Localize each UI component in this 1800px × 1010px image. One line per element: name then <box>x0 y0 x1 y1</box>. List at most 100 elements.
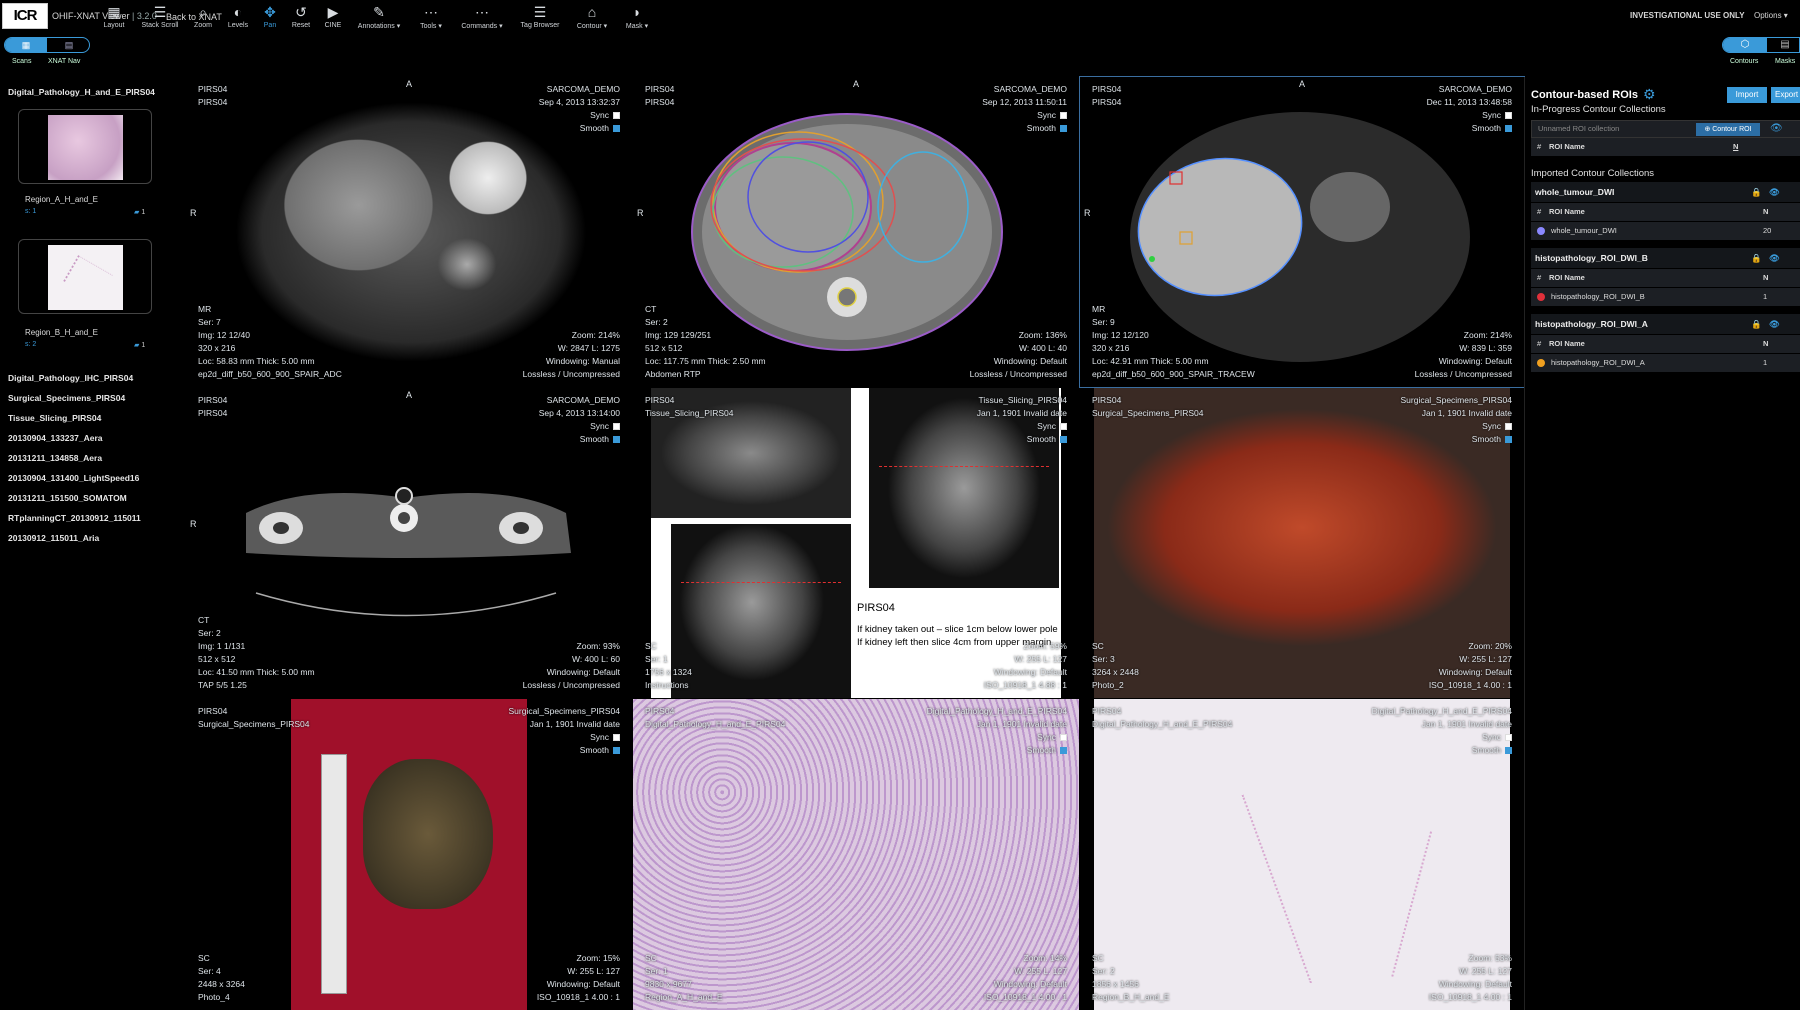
contour-roi-button[interactable]: ⊕ Contour ROI <box>1696 123 1760 136</box>
overlay-top-right: SARCOMA_DEMO Sep 12, 2013 11:50:11 Sync Smo… <box>982 83 1067 135</box>
lock-icon[interactable]: 🔒 <box>1751 248 1762 268</box>
smooth-checkbox-row[interactable]: Smooth <box>1400 433 1512 446</box>
sync-checkbox-row[interactable]: Sync <box>508 731 620 744</box>
series-thumbnail[interactable] <box>18 109 152 184</box>
viewport-mr-adc[interactable]: PIRS04 PIRS04 SARCOMA_DEMO Sep 4, 2013 13:3… <box>186 77 632 387</box>
overlay-text: W: 255 L: 127 <box>1014 966 1067 976</box>
overlay-text: Img: 12 12/120 <box>1092 330 1149 340</box>
contours-tab-icon[interactable]: ⬡ <box>1723 38 1767 52</box>
annotations-menu[interactable]: ✎ Annotations ▾ <box>352 2 406 36</box>
collection-row[interactable]: histopathology_ROI_DWI_A 🔒 👁 <box>1531 314 1800 334</box>
scans-toggle-icon[interactable]: ▦ <box>5 38 47 52</box>
eye-icon[interactable]: 👁 <box>1769 314 1780 334</box>
overlay-bottom-left: MR Ser: 9 Img: 12 12/120 320 x 216 Loc: 42.9… <box>1092 303 1255 381</box>
unnamed-roi-collection-input[interactable]: Unnamed ROI collection ⊕ Contour ROI 👁 <box>1531 120 1800 138</box>
tools-menu[interactable]: ⋯ Tools ▾ <box>404 2 458 36</box>
mask-menu[interactable]: ◗ Mask ▾ <box>610 2 664 36</box>
smooth-checkbox-row[interactable]: Smooth <box>539 433 620 446</box>
study-item[interactable]: RTplanningCT_20130912_115011 <box>8 513 141 523</box>
smooth-checkbox-row[interactable]: Smooth <box>982 122 1067 135</box>
eye-icon[interactable]: 👁 <box>1770 123 1783 134</box>
roi-row[interactable]: histopathology_ROI_DWI_B 1 <box>1531 288 1800 306</box>
smooth-checkbox[interactable] <box>1505 125 1512 132</box>
sync-checkbox[interactable] <box>1505 734 1512 741</box>
smooth-checkbox-row[interactable]: Smooth <box>1372 744 1512 757</box>
sync-checkbox-row[interactable]: Sync <box>1400 420 1512 433</box>
sidebar-toggle[interactable]: ▦ ▤ <box>4 37 90 53</box>
lock-icon[interactable]: 🔒 <box>1751 314 1762 334</box>
smooth-checkbox-row[interactable]: Smooth <box>1427 122 1512 135</box>
commands-menu[interactable]: ⋯ Commands ▾ <box>454 2 510 36</box>
sync-checkbox[interactable] <box>613 734 620 741</box>
viewport-specimen-ruler[interactable]: PIRS04 Surgical_Specimens_PIRS04 Surgical_… <box>186 699 632 1010</box>
viewport-ct-chest[interactable]: PIRS04 PIRS04 SARCOMA_DEMO Sep 4, 2013 13:1… <box>186 388 632 698</box>
collection-row[interactable]: whole_tumour_DWI 🔒 👁 <box>1531 182 1800 202</box>
smooth-checkbox-row[interactable]: Smooth <box>977 433 1067 446</box>
sync-label: Sync <box>590 421 609 431</box>
masks-tab-icon[interactable]: ▤ <box>1769 38 1799 52</box>
smooth-checkbox[interactable] <box>1505 436 1512 443</box>
sync-checkbox[interactable] <box>613 423 620 430</box>
overlay-text: ep2d_diff_b50_600_900_SPAIR_ADC <box>198 369 342 379</box>
smooth-checkbox[interactable] <box>1505 747 1512 754</box>
roi-color-dot <box>1537 227 1545 235</box>
study-item[interactable]: 20131211_151500_SOMATOM <box>8 493 127 503</box>
smooth-checkbox-row[interactable]: Smooth <box>539 122 620 135</box>
overlay-bottom-right: Zoom: 214% W: 2847 L: 1275 Windowing: Manu… <box>523 329 620 381</box>
xnat-nav-toggle-icon[interactable]: ▤ <box>48 38 89 52</box>
smooth-checkbox[interactable] <box>613 436 620 443</box>
sync-checkbox-row[interactable]: Sync <box>977 420 1067 433</box>
sync-checkbox-row[interactable]: Sync <box>539 420 620 433</box>
viewport-instructions[interactable]: PIRS04 If kidney taken out – slice 1cm b… <box>633 388 1079 698</box>
overlay-text: Windowing: Default <box>993 979 1067 989</box>
roi-row[interactable]: whole_tumour_DWI 20 <box>1531 222 1800 240</box>
smooth-checkbox[interactable] <box>1060 436 1067 443</box>
sync-checkbox[interactable] <box>1060 112 1067 119</box>
study-item[interactable]: 20131211_134858_Aera <box>8 453 102 463</box>
series-thumbnail[interactable] <box>18 239 152 314</box>
eye-icon[interactable]: 👁 <box>1769 182 1780 202</box>
study-item[interactable]: Digital_Pathology_IHC_PIRS04 <box>8 373 133 383</box>
study-item[interactable]: 20130904_133237_Aera <box>8 433 103 443</box>
smooth-checkbox[interactable] <box>1060 747 1067 754</box>
options-menu[interactable]: Options ▾ <box>1754 11 1788 20</box>
study-item[interactable]: Tissue_Slicing_PIRS04 <box>8 413 101 423</box>
study-item[interactable]: 20130912_115011_Aria <box>8 533 99 543</box>
study-item[interactable]: 20130904_131400_LightSpeed16 <box>8 473 139 483</box>
sync-checkbox-row[interactable]: Sync <box>1372 731 1512 744</box>
viewport-histology-b[interactable]: PIRS04 Digital_Pathology_H_and_E_PIRS04 Di… <box>1080 699 1524 1010</box>
viewport-mr-dwi[interactable]: PIRS04 PIRS04 SARCOMA_DEMO Dec 11, 2013 13:… <box>1079 76 1525 388</box>
sync-checkbox[interactable] <box>1505 423 1512 430</box>
smooth-checkbox-row[interactable]: Smooth <box>927 744 1067 757</box>
overlay-text: Surgical_Specimens_PIRS04 <box>1092 408 1204 418</box>
eye-icon[interactable]: 👁 <box>1769 248 1780 268</box>
viewport-histology-a[interactable]: PIRS04 Digital_Pathology_H_and_E_PIRS04 Di… <box>633 699 1079 1010</box>
tag-browser-button[interactable]: ☰ Tag Browser <box>513 2 567 36</box>
sync-checkbox-row[interactable]: Sync <box>982 109 1067 122</box>
lock-icon[interactable]: 🔒 <box>1751 182 1762 202</box>
viewport-specimen-photo[interactable]: PIRS04 Surgical_Specimens_PIRS04 Surgical_… <box>1080 388 1524 698</box>
smooth-checkbox[interactable] <box>613 125 620 132</box>
sync-checkbox[interactable] <box>1060 423 1067 430</box>
right-panel-toggle[interactable]: ⬡ ▤ <box>1722 37 1800 53</box>
import-button[interactable]: Import <box>1727 87 1767 103</box>
overlay-top-right: SARCOMA_DEMO Dec 11, 2013 13:48:58 Sync Smo… <box>1427 83 1512 135</box>
sync-checkbox-row[interactable]: Sync <box>1427 109 1512 122</box>
overlay-text: Img: 129 129/251 <box>645 330 712 340</box>
sync-checkbox-row[interactable]: Sync <box>539 109 620 122</box>
smooth-checkbox-row[interactable]: Smooth <box>508 744 620 757</box>
overlay-text: Instructions <box>645 680 689 690</box>
collection-row[interactable]: histopathology_ROI_DWI_B 🔒 👁 <box>1531 248 1800 268</box>
sync-checkbox-row[interactable]: Sync <box>927 731 1067 744</box>
sync-checkbox[interactable] <box>1060 734 1067 741</box>
viewport-ct-contours[interactable]: PIRS04 PIRS04 SARCOMA_DEMO Sep 12, 2013 11:… <box>633 77 1079 387</box>
study-item[interactable]: Surgical_Specimens_PIRS04 <box>8 393 125 403</box>
sync-checkbox[interactable] <box>613 112 620 119</box>
export-button[interactable]: Export <box>1771 87 1800 103</box>
gear-icon[interactable]: ⚙ <box>1643 86 1656 103</box>
smooth-checkbox[interactable] <box>1060 125 1067 132</box>
sync-checkbox[interactable] <box>1505 112 1512 119</box>
roi-row[interactable]: histopathology_ROI_DWI_A 1 <box>1531 354 1800 372</box>
smooth-checkbox[interactable] <box>613 747 620 754</box>
study-title[interactable]: Digital_Pathology_H_and_E_PIRS04 <box>8 87 155 97</box>
